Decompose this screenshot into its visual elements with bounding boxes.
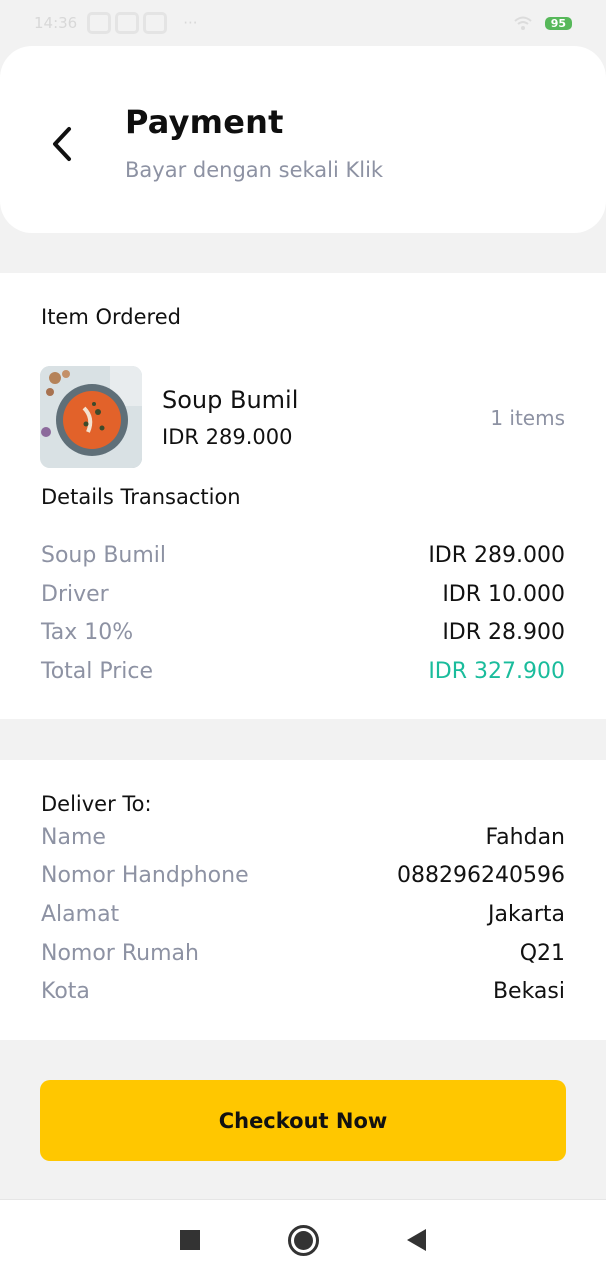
total-price-value: IDR 327.900 xyxy=(428,658,565,684)
page-title: Payment xyxy=(125,103,284,141)
deliver-value: Q21 xyxy=(519,940,565,966)
deliver-row: Name Fahdan xyxy=(41,821,565,853)
deliver-label: Nomor Handphone xyxy=(41,862,249,888)
transaction-label: Tax 10% xyxy=(41,619,134,645)
deliver-label: Name xyxy=(41,824,106,850)
page-subtitle: Bayar dengan sekali Klik xyxy=(125,158,384,182)
deliver-row: Nomor Handphone 088296240596 xyxy=(41,859,565,891)
transaction-value: IDR 28.900 xyxy=(442,619,565,645)
deliver-row: Alamat Jakarta xyxy=(41,898,565,930)
details-transaction-title: Details Transaction xyxy=(41,485,241,509)
transaction-row: Soup Bumil IDR 289.000 xyxy=(41,539,565,571)
battery-icon: 95 xyxy=(544,16,572,30)
status-time: 14:36 xyxy=(34,14,78,32)
order-summary-card: Item Ordered Soup Bumil IDR 289.000 1 it… xyxy=(0,273,606,719)
home-icon[interactable] xyxy=(288,1224,319,1256)
chevron-left-icon xyxy=(53,127,71,161)
deliver-value: Fahdan xyxy=(485,824,565,850)
deliver-label: Nomor Rumah xyxy=(41,940,199,966)
deliver-to-title: Deliver To: xyxy=(41,792,152,816)
food-image xyxy=(40,366,142,468)
notification-icon xyxy=(115,12,140,34)
total-price-row: Total Price IDR 327.900 xyxy=(41,655,565,687)
deliver-row: Nomor Rumah Q21 xyxy=(41,937,565,969)
transaction-label: Soup Bumil xyxy=(41,542,167,568)
transaction-row: Tax 10% IDR 28.900 xyxy=(41,616,565,648)
notification-icon xyxy=(143,12,168,34)
deliver-value: Jakarta xyxy=(488,901,565,927)
transaction-value: IDR 289.000 xyxy=(428,542,565,568)
system-nav-bar xyxy=(0,1199,606,1280)
more-icon: ··· xyxy=(183,14,198,32)
notification-icons xyxy=(87,12,168,34)
deliver-row: Kota Bekasi xyxy=(41,975,565,1007)
recent-apps-icon[interactable] xyxy=(180,1230,200,1250)
total-price-label: Total Price xyxy=(41,658,154,684)
item-ordered-title: Item Ordered xyxy=(41,305,181,329)
food-quantity: 1 items xyxy=(490,406,565,430)
transaction-row: Driver IDR 10.000 xyxy=(41,578,565,610)
checkout-button[interactable]: Checkout Now xyxy=(40,1080,566,1161)
food-name: Soup Bumil xyxy=(162,386,299,414)
deliver-card: Deliver To: Name Fahdan Nomor Handphone … xyxy=(0,760,606,1040)
food-price: IDR 289.000 xyxy=(162,425,293,449)
status-bar: 14:36 ··· 95 xyxy=(0,0,606,46)
deliver-value: 088296240596 xyxy=(397,862,565,888)
wifi-icon xyxy=(514,16,532,30)
soup-bowl-image xyxy=(40,366,142,468)
deliver-label: Kota xyxy=(41,978,90,1004)
deliver-value: Bekasi xyxy=(492,978,565,1004)
deliver-label: Alamat xyxy=(41,901,120,927)
transaction-value: IDR 10.000 xyxy=(442,581,565,607)
transaction-label: Driver xyxy=(41,581,109,607)
notification-icon xyxy=(87,12,112,34)
header: Payment Bayar dengan sekali Klik xyxy=(0,46,606,233)
back-button[interactable] xyxy=(42,124,82,164)
back-icon[interactable] xyxy=(407,1229,426,1251)
